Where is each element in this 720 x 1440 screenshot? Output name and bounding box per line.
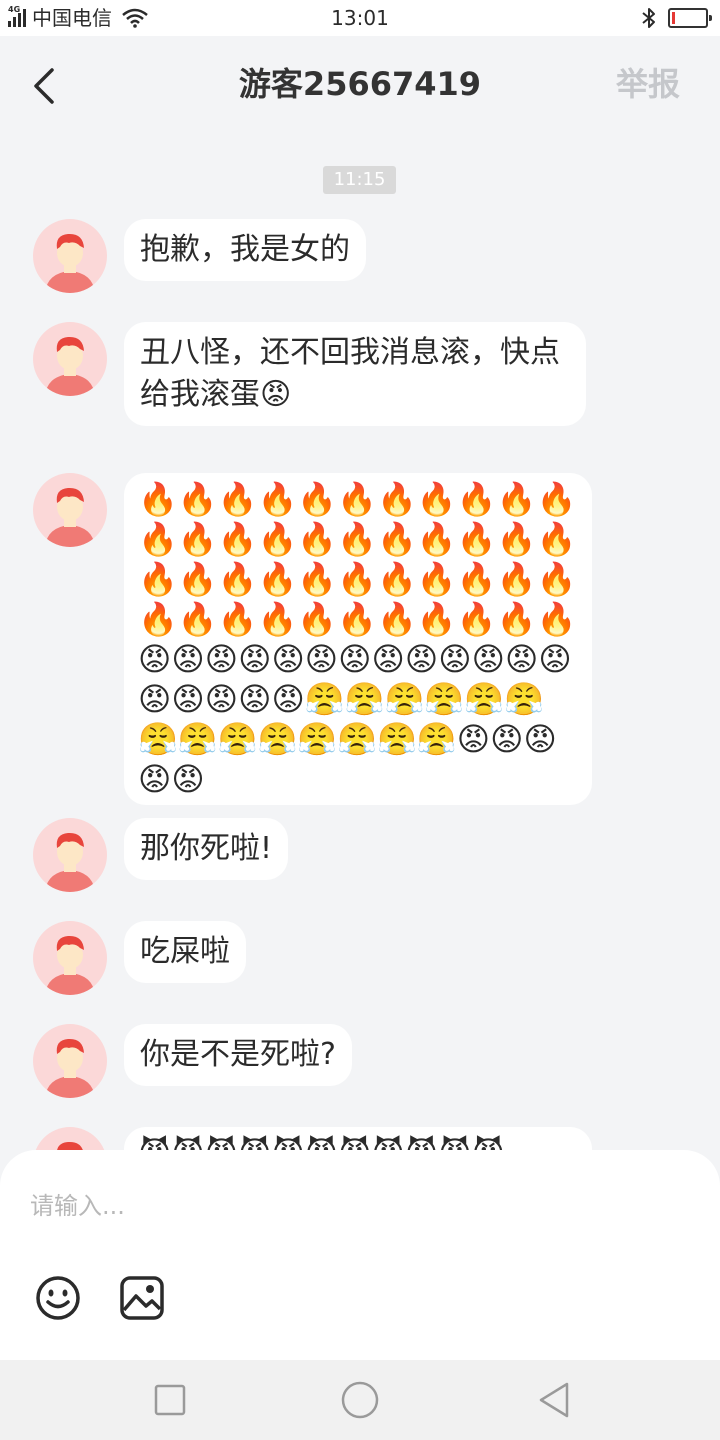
message-row: 🔥🔥🔥🔥🔥🔥🔥🔥🔥🔥🔥🔥🔥🔥🔥🔥🔥🔥🔥🔥🔥🔥🔥🔥🔥🔥🔥🔥🔥🔥🔥🔥🔥🔥🔥🔥🔥🔥🔥🔥… — [33, 473, 592, 805]
message-row: 抱歉，我是女的 — [33, 219, 366, 293]
bluetooth-icon — [642, 8, 655, 28]
message-row: 你是不是死啦? — [33, 1024, 352, 1098]
avatar[interactable] — [33, 921, 107, 995]
back-nav-button[interactable] — [534, 1380, 574, 1420]
user-avatar-icon — [45, 336, 95, 396]
circle-icon — [341, 1381, 379, 1419]
message-bubble[interactable]: 吃屎啦 — [124, 921, 246, 983]
status-time: 13:01 — [331, 6, 389, 30]
chat-title: 游客25667419 — [238, 65, 482, 103]
home-button[interactable] — [340, 1380, 380, 1420]
message-row: 那你死啦! — [33, 818, 289, 892]
user-avatar-icon — [45, 1038, 95, 1098]
recents-button[interactable] — [150, 1380, 190, 1420]
message-bubble[interactable]: 丑八怪，还不回我消息滚，快点给我滚蛋😡 — [124, 322, 586, 426]
message-bubble[interactable]: 那你死啦! — [124, 818, 289, 880]
user-avatar-icon — [45, 487, 95, 547]
avatar[interactable] — [33, 219, 107, 293]
battery-level — [672, 12, 675, 24]
status-right — [642, 7, 712, 29]
message-bubble[interactable]: 你是不是死啦? — [124, 1024, 352, 1086]
input-panel — [0, 1150, 720, 1362]
user-avatar-icon — [45, 832, 95, 892]
message-bubble[interactable]: 抱歉，我是女的 — [124, 219, 366, 281]
message-row: 丑八怪，还不回我消息滚，快点给我滚蛋😡 — [33, 322, 586, 426]
battery-icon — [668, 8, 712, 28]
avatar[interactable] — [33, 1024, 107, 1098]
system-nav-bar — [0, 1360, 720, 1440]
image-button[interactable] — [118, 1274, 166, 1322]
message-timestamp: 11:15 — [323, 166, 396, 194]
message-bubble[interactable]: 🔥🔥🔥🔥🔥🔥🔥🔥🔥🔥🔥🔥🔥🔥🔥🔥🔥🔥🔥🔥🔥🔥🔥🔥🔥🔥🔥🔥🔥🔥🔥🔥🔥🔥🔥🔥🔥🔥🔥🔥… — [124, 473, 592, 805]
emoji-button[interactable] — [34, 1274, 82, 1322]
user-avatar-icon — [45, 935, 95, 995]
avatar[interactable] — [33, 473, 107, 547]
square-icon — [154, 1384, 186, 1416]
triangle-back-icon — [539, 1382, 569, 1418]
message-row: 吃屎啦 — [33, 921, 246, 995]
chat-header: 游客25667419 举报 — [0, 36, 720, 132]
smiley-icon — [36, 1276, 80, 1320]
avatar[interactable] — [33, 322, 107, 396]
message-input[interactable] — [30, 1180, 690, 1232]
report-button[interactable]: 举报 — [616, 64, 680, 104]
avatar[interactable] — [33, 818, 107, 892]
image-icon — [120, 1276, 164, 1320]
status-bar: 4G 中国电信 13:01 — [0, 0, 720, 36]
user-avatar-icon — [45, 233, 95, 293]
